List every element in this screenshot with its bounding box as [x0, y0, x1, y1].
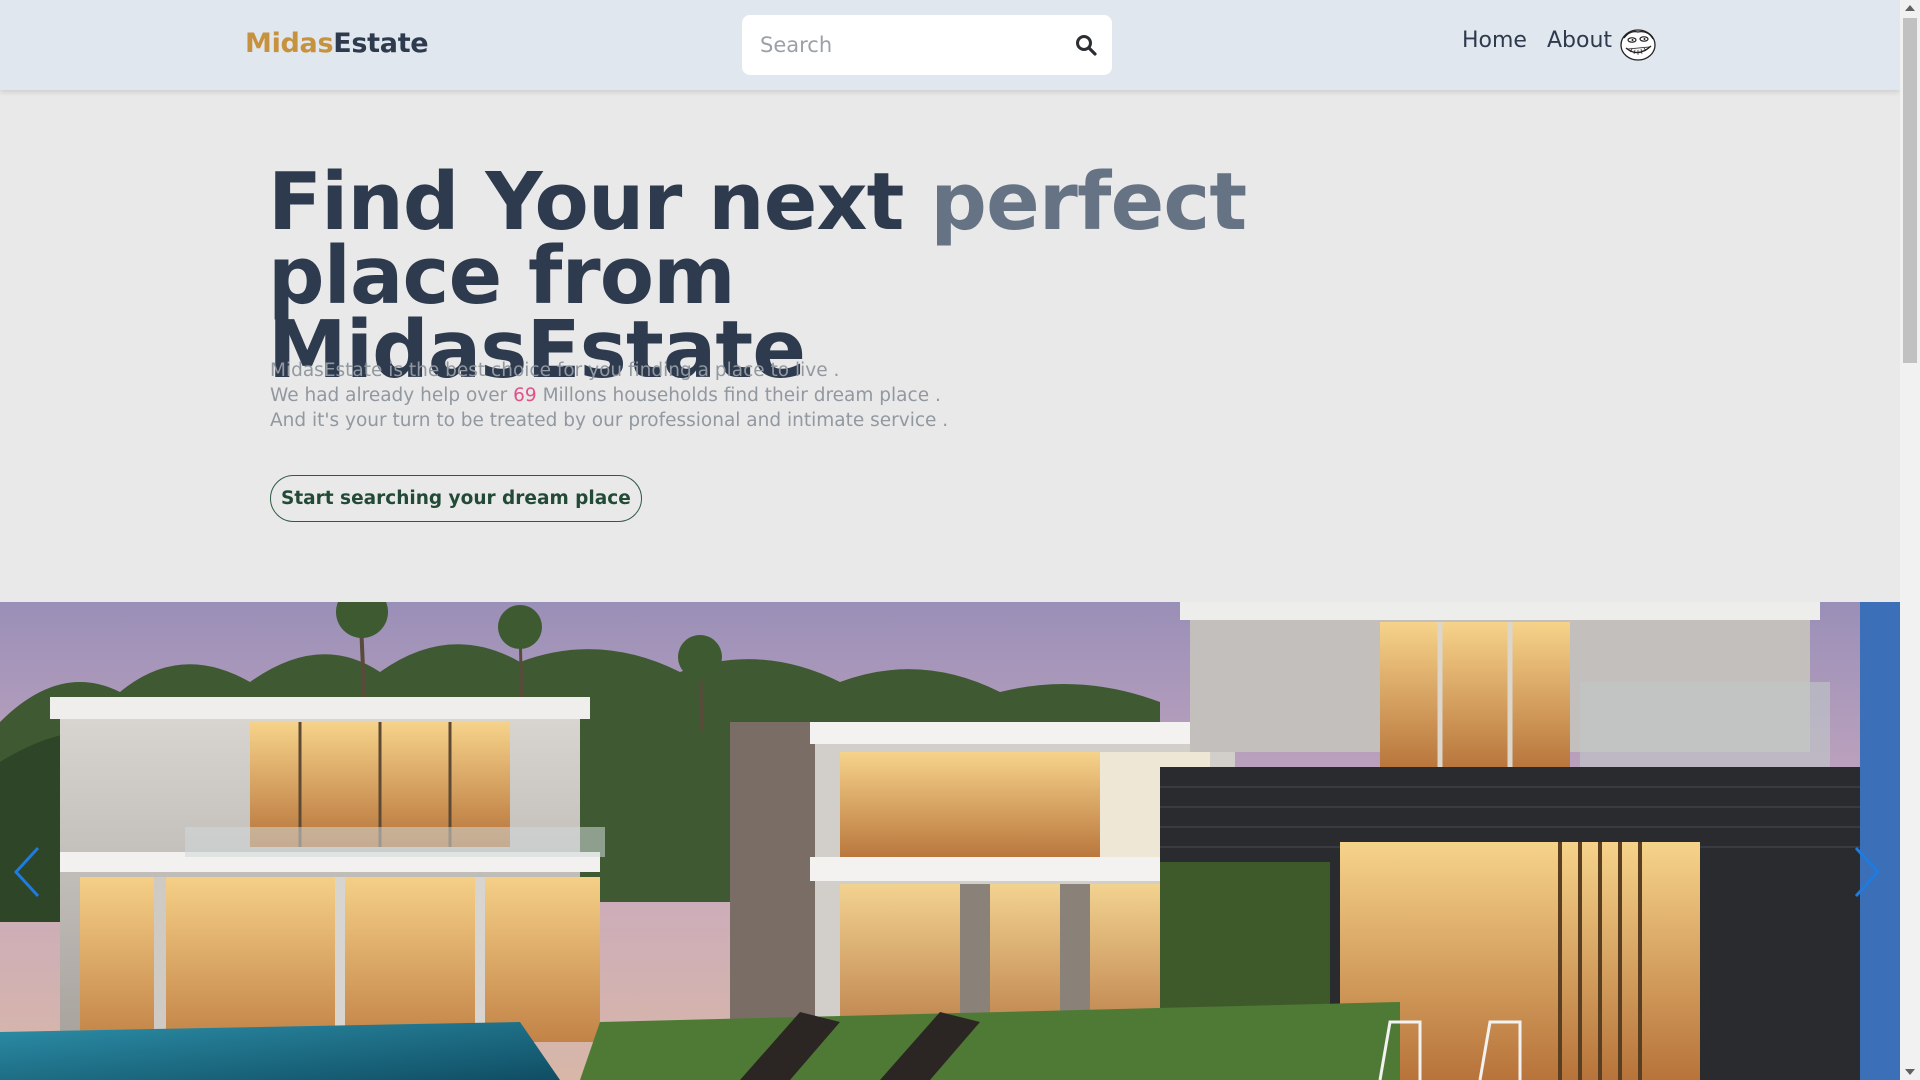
avatar[interactable] [1618, 24, 1658, 64]
nav-link-home[interactable]: Home [1462, 28, 1527, 53]
nav-link-about[interactable]: About [1547, 28, 1612, 53]
hero-description: MidasEstate is the best choice for you f… [270, 358, 948, 433]
search-box [742, 15, 1112, 75]
page: MidasEstate Home About Find Your n [0, 0, 1900, 1080]
image-carousel [0, 602, 1900, 1080]
scroll-down-arrow-icon[interactable] [1905, 1069, 1915, 1075]
brand-part-estate: Estate [333, 28, 429, 59]
brand-part-midas: Midas [245, 28, 334, 59]
hero-desc-line2-pre: We had already help over [270, 385, 514, 406]
hero-desc-line2: We had already help over 69 Millons hous… [270, 383, 948, 408]
search-input[interactable] [758, 15, 1058, 75]
start-searching-button[interactable]: Start searching your dream place [270, 475, 642, 522]
scroll-up-arrow-icon[interactable] [1905, 5, 1915, 11]
carousel-next-chevron-right-icon[interactable] [1848, 842, 1888, 902]
hero-desc-line3: And it's your turn to be treated by our … [270, 410, 949, 431]
households-count: 69 [513, 385, 537, 406]
hero-title: Find Your next perfect place from MidasE… [268, 163, 1268, 390]
carousel-prev-chevron-left-icon[interactable] [10, 842, 50, 902]
hero-desc-line1: MidasEstate is the best choice for you f… [270, 360, 840, 381]
hero-title-accent: perfect [930, 156, 1247, 248]
nav-links: Home About [1462, 28, 1612, 53]
scrollbar-thumb[interactable] [1903, 18, 1917, 363]
brand-logo[interactable]: MidasEstate [245, 28, 429, 59]
vertical-scrollbar[interactable] [1900, 0, 1920, 1080]
navbar: MidasEstate Home About [0, 0, 1900, 90]
search-icon[interactable] [1074, 33, 1098, 57]
carousel-house-image [0, 602, 1900, 1080]
hero-desc-line2-post: Millons households find their dream plac… [536, 385, 941, 406]
